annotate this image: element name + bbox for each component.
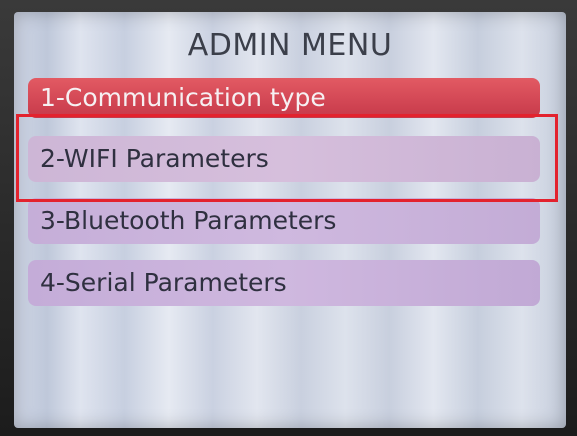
menu-item-bluetooth-parameters[interactable]: 3-Bluetooth Parameters xyxy=(28,198,540,244)
device-bezel: ADMIN MENU 1-Communication type 2-WIFI P… xyxy=(0,0,577,436)
lcd-screen: ADMIN MENU 1-Communication type 2-WIFI P… xyxy=(14,12,566,428)
menu-item-wifi-parameters[interactable]: 2-WIFI Parameters xyxy=(28,136,540,182)
menu-item-communication-type[interactable]: 1-Communication type xyxy=(28,78,540,118)
page-title: ADMIN MENU xyxy=(187,28,393,63)
menu-item-serial-parameters[interactable]: 4-Serial Parameters xyxy=(28,260,540,306)
